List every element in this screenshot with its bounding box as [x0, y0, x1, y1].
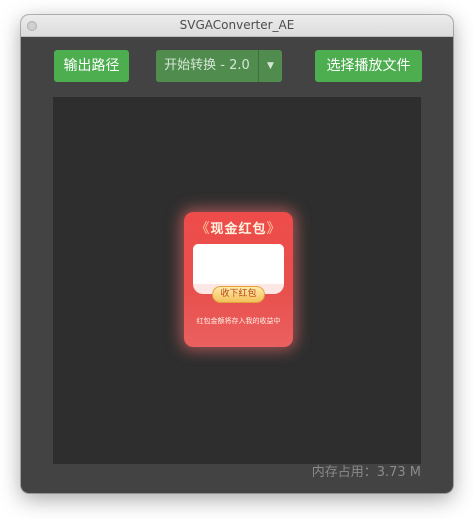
output-path-button[interactable]: 输出路径: [54, 50, 129, 82]
preview-canvas: 《现金红包》 收下红包 红包金额将存入我的收益中: [53, 97, 421, 464]
chevron-down-icon: ▼: [267, 61, 274, 71]
window-title: SVGAConverter_AE: [179, 18, 295, 32]
envelope-note: 红包金额将存入我的收益中: [196, 317, 281, 325]
red-envelope-preview: 《现金红包》 收下红包 红包金额将存入我的收益中: [184, 212, 293, 347]
choose-play-file-button[interactable]: 选择播放文件: [315, 50, 422, 82]
quote-left: 《: [195, 221, 211, 237]
convert-split-button[interactable]: 开始转换 - 2.0 ▼: [156, 50, 282, 82]
convert-dropdown-toggle[interactable]: ▼: [258, 50, 282, 82]
receive-envelope-button: 收下红包: [212, 286, 265, 303]
envelope-card: [193, 244, 284, 288]
start-convert-button[interactable]: 开始转换 - 2.0: [156, 50, 258, 82]
title-bar: SVGAConverter_AE: [21, 15, 453, 37]
envelope-title: 《现金红包》: [184, 218, 293, 238]
app-window: SVGAConverter_AE 输出路径 开始转换 - 2.0 ▼ 选择播放文…: [21, 15, 453, 493]
memory-usage-label: 内存占用：3.73 M: [311, 465, 421, 480]
envelope-title-text: 现金红包: [210, 222, 267, 237]
quote-right: 》: [266, 221, 282, 237]
